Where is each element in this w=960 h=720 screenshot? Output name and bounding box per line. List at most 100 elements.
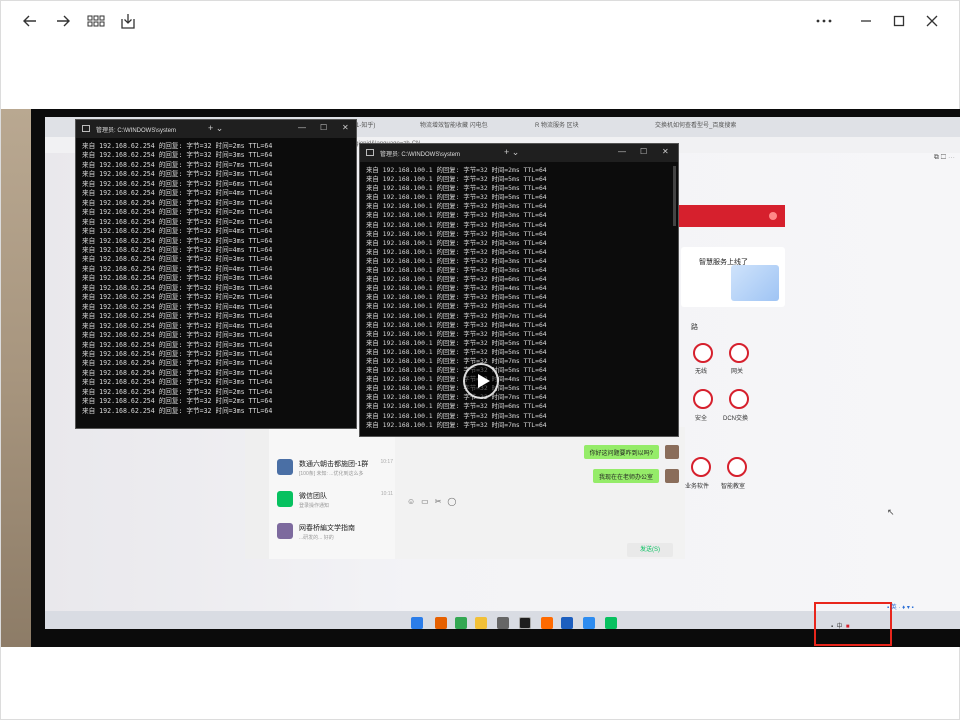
minimize-icon[interactable]: — xyxy=(298,123,306,132)
app-label: DCN交换 xyxy=(723,416,748,422)
list-item[interactable]: 微信团队 登录操作通知 10:11 xyxy=(277,489,393,515)
terminal-line: 来自 192.168.100.1 的回复: 字节=32 时间=6ms TTL=6… xyxy=(366,275,547,284)
terminal-line: 来自 192.168.100.1 的回复: 字节=32 时间=4ms TTL=6… xyxy=(366,320,547,329)
terminal-output: 来自 192.168.62.254 的回复: 字节=32 时间=2ms TTL=… xyxy=(82,142,348,416)
maximize-button[interactable] xyxy=(886,9,912,33)
terminal-line: 来自 192.168.100.1 的回复: 字节=32 时间=3ms TTL=6… xyxy=(366,211,547,220)
section-label: 路 xyxy=(691,324,698,331)
play-icon[interactable] xyxy=(463,363,499,399)
forward-button[interactable] xyxy=(50,9,76,33)
scrollbar[interactable] xyxy=(673,166,676,226)
list-item[interactable]: 网春桥編文学指南 ...研发的... 好的 xyxy=(277,521,393,547)
gateway-icon[interactable] xyxy=(729,343,749,363)
arrow-right-icon xyxy=(57,15,70,27)
terminal-icon[interactable] xyxy=(519,617,531,629)
terminal-line: 来自 192.168.62.254 的回复: 字节=32 时间=3ms TTL=… xyxy=(82,378,273,387)
folder-icon[interactable] xyxy=(475,617,487,629)
app-label: 安全 xyxy=(695,416,708,422)
start-icon[interactable] xyxy=(411,617,423,629)
viewer-toolbar xyxy=(1,1,960,41)
service-panel: 智慧服务上线了 无线 网关 安全 DCN交换 业务软件 智能教室 xyxy=(681,247,791,547)
browser-tab[interactable]: R 物流服务 区块 xyxy=(535,120,625,134)
app-icon[interactable] xyxy=(561,617,573,629)
terminal-window-right[interactable]: 管理员: C:\WINDOWS\system + ⌄ — ☐ ✕ 来自 192.… xyxy=(359,143,679,437)
ime-indicator[interactable]: 中 xyxy=(836,624,842,630)
terminal-line: 来自 192.168.62.254 的回复: 字节=32 时间=3ms TTL=… xyxy=(82,170,273,179)
terminal-title: 管理员: C:\WINDOWS\system xyxy=(380,152,460,158)
minimize-button[interactable] xyxy=(853,9,879,33)
back-button[interactable] xyxy=(17,9,43,33)
app-icon[interactable] xyxy=(497,617,509,629)
wechat-window: 数通六朝击都施团-1群 [100条] 未知: ...优化到这么多 10:17 微… xyxy=(245,427,685,559)
firefox-icon[interactable] xyxy=(435,617,447,629)
avatar xyxy=(665,445,679,459)
terminal-line: 来自 192.168.100.1 的回复: 字节=32 时间=6ms TTL=6… xyxy=(366,402,547,411)
chat-list: 数通六朝击都施团-1群 [100条] 未知: ...优化到这么多 10:17 微… xyxy=(269,427,395,559)
app-tray-icon: ■ xyxy=(845,624,850,630)
maximize-icon[interactable]: ☐ xyxy=(640,147,647,156)
arrow-left-icon xyxy=(23,15,36,27)
chat-name: 微信团队 xyxy=(299,493,327,500)
send-button[interactable]: 发送(S) xyxy=(627,543,673,557)
terminal-icon xyxy=(82,125,90,132)
close-button[interactable] xyxy=(919,9,945,33)
avatar xyxy=(277,491,293,507)
highlight-box xyxy=(814,602,892,646)
terminal-line: 来自 192.168.62.254 的回复: 字节=32 时间=3ms TTL=… xyxy=(82,368,273,377)
terminal-line: 来自 192.168.62.254 的回复: 字节=32 时间=4ms TTL=… xyxy=(82,321,273,330)
terminal-line: 来自 192.168.100.1 的回复: 字节=32 时间=4ms TTL=6… xyxy=(366,375,547,384)
terminal-line: 来自 192.168.100.1 的回复: 字节=32 时间=3ms TTL=6… xyxy=(366,229,547,238)
business-software-icon[interactable] xyxy=(691,457,711,477)
minimize-icon[interactable]: — xyxy=(618,147,626,156)
photo-content: 向, 您的Alipay(的, 微件1-知乎) 物流增效智能收藏 闪电包 R 物流… xyxy=(1,109,960,647)
dcn-switch-icon[interactable] xyxy=(729,389,749,409)
new-tab-icon[interactable]: + ⌄ xyxy=(208,123,223,134)
terminal-line: 来自 192.168.62.254 的回复: 字节=32 时间=3ms TTL=… xyxy=(82,151,273,160)
service-banner[interactable]: 智慧服务上线了 xyxy=(681,247,785,307)
terminal-line: 来自 192.168.62.254 的回复: 字节=32 时间=6ms TTL=… xyxy=(82,179,273,188)
more-button[interactable] xyxy=(811,9,837,33)
wireless-icon[interactable] xyxy=(693,343,713,363)
grid-icon xyxy=(87,15,105,27)
maximize-icon xyxy=(893,15,905,27)
terminal-line: 来自 192.168.62.254 的回复: 字节=32 时间=3ms TTL=… xyxy=(82,274,273,283)
list-item[interactable]: 数通六朝击都施团-1群 [100条] 未知: ...优化到这么多 10:17 xyxy=(277,457,393,483)
maximize-icon[interactable]: ☐ xyxy=(320,123,327,132)
terminal-line: 来自 192.168.62.254 的回复: 字节=32 时间=4ms TTL=… xyxy=(82,302,273,311)
terminal-line: 来自 192.168.62.254 的回复: 字节=32 时间=2ms TTL=… xyxy=(82,208,273,217)
wechat-icon[interactable] xyxy=(605,617,617,629)
terminal-line: 来自 192.168.62.254 的回复: 字节=32 时间=2ms TTL=… xyxy=(82,397,273,406)
chrome-icon[interactable] xyxy=(455,617,467,629)
terminal-line: 来自 192.168.100.1 的回复: 字节=32 时间=5ms TTL=6… xyxy=(366,193,547,202)
ime-language[interactable]: 英 xyxy=(891,605,897,611)
browser-tab[interactable]: 物流增效智能收藏 闪电包 xyxy=(420,120,530,134)
smart-classroom-icon[interactable] xyxy=(727,457,747,477)
chat-tool-icons[interactable]: ☺▭✂◯ xyxy=(407,497,462,506)
grid-view-button[interactable] xyxy=(83,9,109,33)
chat-bubble: 你好这问题要咋到以吗? xyxy=(583,445,659,459)
save-image-button[interactable] xyxy=(115,9,141,33)
chat-conversation: 你好这问题要咋到以吗? 我现在在老师办公室 ☺▭✂◯ 发送(S) xyxy=(395,427,685,559)
terminal-icon xyxy=(366,149,374,156)
banner-image xyxy=(731,265,779,301)
chat-name: 数通六朝击都施团-1群 xyxy=(299,461,369,468)
chat-time: 10:11 xyxy=(380,491,393,497)
tray-icons[interactable]: ▪ 中 ■ xyxy=(831,621,849,630)
terminal-window-left[interactable]: 管理员: C:\WINDOWS\system + ⌄ — ☐ ✕ 来自 192.… xyxy=(75,119,357,429)
system-tray-icons[interactable]: ▪ 英 · ♦ ▾ ▪ xyxy=(887,602,914,611)
terminal-line: 来自 192.168.62.254 的回复: 字节=32 时间=2ms TTL=… xyxy=(82,387,273,396)
security-icon[interactable] xyxy=(693,389,713,409)
app-icon[interactable] xyxy=(583,617,595,629)
terminal-line: 来自 192.168.62.254 的回复: 字节=32 时间=3ms TTL=… xyxy=(82,340,273,349)
chat-preview: [100条] 未知: ...优化到这么多 xyxy=(299,471,364,477)
search-app-icon[interactable] xyxy=(541,617,553,629)
chat-name: 网春桥編文学指南 xyxy=(299,525,355,532)
more-icon xyxy=(816,19,832,23)
terminal-line: 来自 192.168.100.1 的回复: 字节=32 时间=5ms TTL=6… xyxy=(366,347,547,356)
close-icon[interactable]: ✕ xyxy=(342,123,349,132)
new-tab-icon[interactable]: + ⌄ xyxy=(504,147,519,158)
terminal-line: 来自 192.168.100.1 的回复: 字节=32 时间=2ms TTL=6… xyxy=(366,166,547,174)
terminal-line: 来自 192.168.100.1 的回复: 字节=32 时间=5ms TTL=6… xyxy=(366,329,547,338)
close-icon[interactable]: ✕ xyxy=(662,147,669,156)
browser-tab[interactable]: 交换机如何查看型号_百度搜索 xyxy=(655,120,775,134)
